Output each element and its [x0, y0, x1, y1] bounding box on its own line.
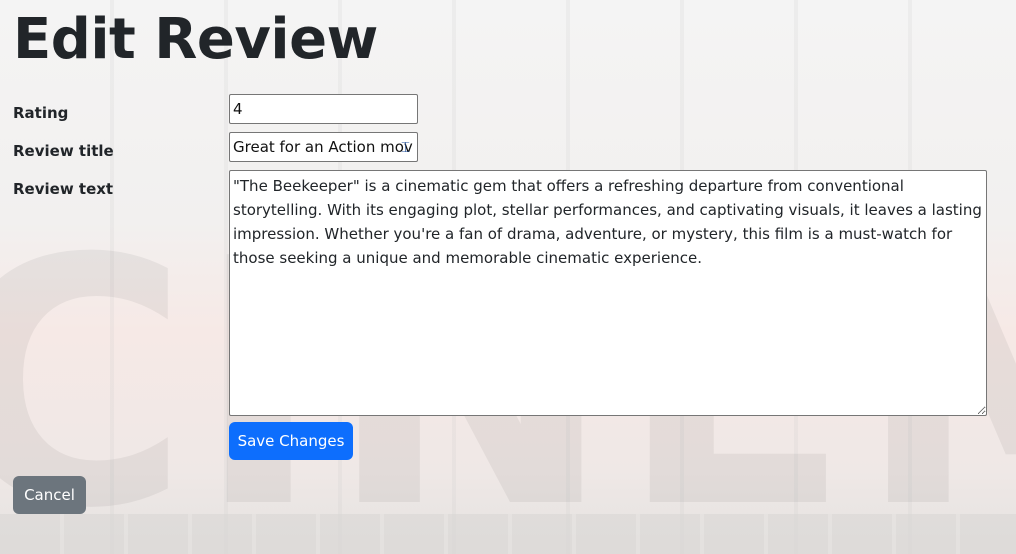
page-title: Edit Review — [13, 7, 378, 72]
review-title-label: Review title — [13, 142, 114, 160]
background-floor — [0, 514, 1016, 554]
review-text-label: Review text — [13, 180, 114, 198]
save-changes-button[interactable]: Save Changes — [229, 422, 353, 460]
rating-input[interactable] — [229, 94, 418, 124]
rating-label: Rating — [13, 104, 69, 122]
review-title-input[interactable] — [229, 132, 418, 162]
cancel-button[interactable]: Cancel — [13, 476, 86, 514]
review-text-area[interactable]: "The Beekeeper" is a cinematic gem that … — [229, 170, 987, 416]
